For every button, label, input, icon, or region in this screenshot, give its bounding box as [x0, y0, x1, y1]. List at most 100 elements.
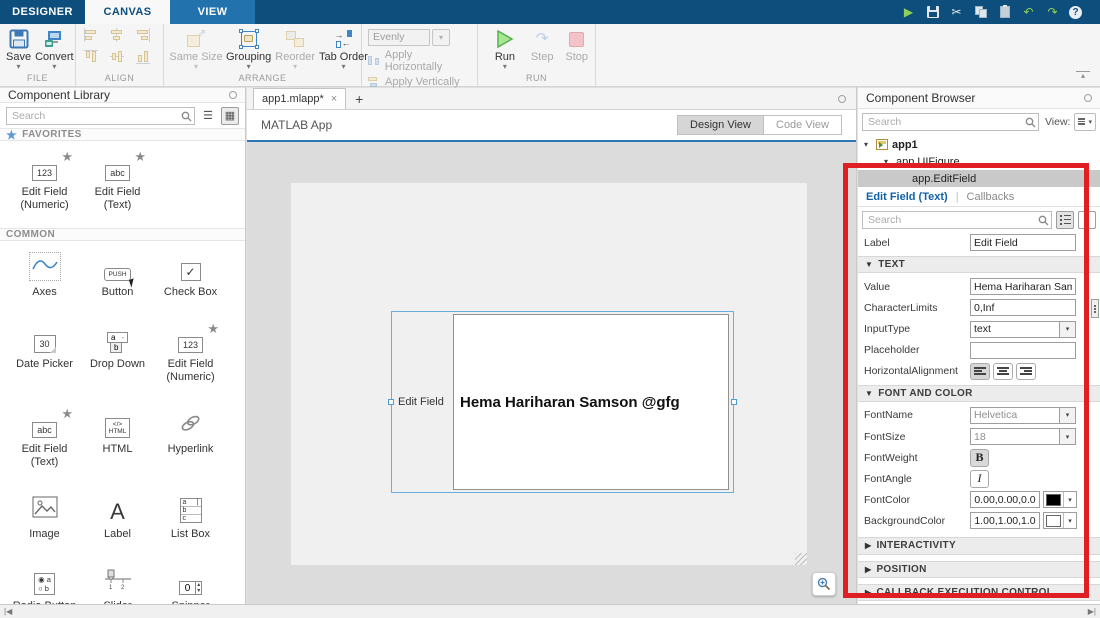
- section-header-text[interactable]: ▼ TEXT: [858, 256, 1100, 273]
- align-left-toggle[interactable]: [970, 363, 990, 380]
- save-button[interactable]: Save ▾: [6, 27, 31, 70]
- favorite-star-icon[interactable]: ★: [61, 149, 73, 165]
- edit-field-component-box[interactable]: Hema Hariharan Samson @gfg: [453, 314, 729, 490]
- align-right-icon[interactable]: [134, 28, 152, 42]
- tab-canvas[interactable]: CANVAS: [85, 0, 170, 24]
- bold-toggle[interactable]: B: [970, 449, 989, 467]
- tree-expand-icon[interactable]: ▾: [884, 157, 892, 166]
- stop-button[interactable]: Stop: [564, 27, 589, 64]
- tree-node-editfield[interactable]: app.EditField: [858, 170, 1100, 187]
- library-item-edit-field-numeric[interactable]: ★ 123 Edit Field (Numeric): [154, 325, 227, 384]
- panel-options-icon[interactable]: [1084, 94, 1092, 102]
- scroll-left-end-icon[interactable]: |◀: [4, 607, 12, 616]
- edit-field-component[interactable]: Edit Field Hema Hariharan Samson @gfg: [391, 311, 734, 493]
- cut-icon[interactable]: ✂: [949, 5, 964, 20]
- figure-resize-grip[interactable]: [795, 553, 807, 565]
- save-quick-icon[interactable]: [925, 5, 940, 20]
- uifigure-canvas[interactable]: Edit Field Hema Hariharan Samson @gfg: [291, 183, 807, 565]
- run-button[interactable]: Run ▾: [490, 27, 520, 70]
- align-bottom-icon[interactable]: [136, 48, 150, 66]
- step-button[interactable]: ↷ Step: [530, 27, 555, 64]
- resize-handle-left[interactable]: [388, 399, 394, 405]
- library-item-spinner[interactable]: 0 ▴▾ Spinner: [154, 567, 227, 604]
- section-header-interactivity[interactable]: ▶ INTERACTIVITY: [858, 537, 1100, 554]
- panel-options-icon[interactable]: [229, 91, 237, 99]
- library-item-edit-field-numeric-fav[interactable]: ★ 123 Edit Field (Numeric): [8, 153, 81, 212]
- document-tab-app1[interactable]: app1.mlapp* ×: [253, 88, 346, 109]
- browser-search-input[interactable]: [862, 113, 1039, 131]
- align-left-icon[interactable]: [82, 28, 100, 42]
- redo-icon[interactable]: ↷: [1045, 5, 1060, 20]
- design-canvas[interactable]: Edit Field Hema Hariharan Samson @gfg: [247, 142, 856, 604]
- align-right-toggle[interactable]: [1016, 363, 1036, 380]
- align-center-icon[interactable]: [108, 28, 126, 42]
- favorite-star-icon[interactable]: ★: [134, 149, 146, 165]
- tab-order-button[interactable]: →← Tab Order ▾: [319, 27, 368, 70]
- section-header-callback[interactable]: ▶ CALLBACK EXECUTION CONTROL: [858, 584, 1100, 601]
- fontcolor-input[interactable]: [970, 491, 1040, 508]
- scroll-right-end-icon[interactable]: ▶|: [1088, 607, 1096, 616]
- new-tab-button[interactable]: +: [346, 88, 372, 109]
- library-item-button[interactable]: PUSH Button: [81, 253, 154, 299]
- fontname-select[interactable]: Helvetica ▾: [970, 407, 1076, 424]
- tree-node-app1[interactable]: ▾ app1: [858, 136, 1100, 153]
- undo-icon[interactable]: ↶: [1021, 5, 1036, 20]
- library-item-radio-button-group[interactable]: ◉ a ○ b Radio Button Group: [8, 567, 81, 604]
- tab-designer[interactable]: DESIGNER: [0, 0, 85, 24]
- grid-view-button[interactable]: ▦: [221, 107, 239, 125]
- inspector-search-input[interactable]: [862, 211, 1052, 229]
- tab-view[interactable]: VIEW: [170, 0, 255, 24]
- library-item-check-box[interactable]: ✓ Check Box: [154, 253, 227, 299]
- paste-icon[interactable]: [997, 5, 1012, 20]
- value-input[interactable]: [970, 278, 1076, 295]
- copy-icon[interactable]: [973, 5, 988, 20]
- reorder-button[interactable]: Reorder ▾: [275, 27, 315, 70]
- favorite-star-icon[interactable]: ★: [207, 321, 219, 337]
- same-size-button[interactable]: Same Size ▾: [170, 27, 222, 70]
- favorites-section-header[interactable]: ★ FAVORITES: [0, 128, 245, 141]
- design-view-button[interactable]: Design View: [678, 116, 764, 134]
- align-center-toggle[interactable]: [993, 363, 1013, 380]
- library-item-label[interactable]: A Label: [81, 495, 154, 541]
- tree-expand-icon[interactable]: ▾: [864, 140, 872, 149]
- collapse-ribbon-icon[interactable]: ▴: [1076, 71, 1090, 80]
- resize-handle-right[interactable]: [731, 399, 737, 405]
- evenly-dropdown-icon[interactable]: ▾: [432, 29, 450, 46]
- library-item-date-picker[interactable]: 30 Date Picker: [8, 325, 81, 384]
- library-item-image[interactable]: Image: [8, 495, 81, 541]
- close-tab-icon[interactable]: ×: [331, 93, 337, 105]
- placeholder-input[interactable]: [970, 342, 1076, 359]
- fontsize-select[interactable]: 18 ▾: [970, 428, 1076, 445]
- fontsize-dropdown-icon[interactable]: ▾: [1059, 429, 1075, 444]
- library-item-html[interactable]: </>HTML HTML: [81, 410, 154, 469]
- apply-vertically-button[interactable]: Apply Vertically: [368, 76, 471, 88]
- callbacks-tab[interactable]: Callbacks: [967, 191, 1015, 203]
- convert-button[interactable]: Convert ▾: [35, 27, 74, 70]
- browser-view-dropdown[interactable]: ▾: [1074, 113, 1096, 131]
- align-middle-icon[interactable]: [110, 48, 124, 66]
- inputtype-select[interactable]: text ▾: [970, 321, 1076, 338]
- common-section-header[interactable]: COMMON: [0, 228, 245, 241]
- category-view-button[interactable]: [1056, 211, 1074, 229]
- code-view-button[interactable]: Code View: [764, 116, 841, 134]
- characterlimits-more-button[interactable]: [1091, 299, 1099, 318]
- fontcolor-dropdown-icon[interactable]: ▾: [1063, 492, 1076, 507]
- library-item-edit-field-text[interactable]: ★ abc Edit Field (Text): [8, 410, 81, 469]
- backgroundcolor-input[interactable]: [970, 512, 1040, 529]
- label-value-input[interactable]: [970, 234, 1076, 251]
- run-quick-icon[interactable]: ▶: [901, 5, 916, 20]
- grouping-button[interactable]: Grouping ▾: [226, 27, 271, 70]
- fontcolor-picker[interactable]: ▾: [1043, 491, 1077, 508]
- section-header-position[interactable]: ▶ POSITION: [858, 561, 1100, 578]
- evenly-combo[interactable]: Evenly ▾: [368, 29, 471, 46]
- library-item-drop-down[interactable]: a- b Drop Down: [81, 325, 154, 384]
- fontname-dropdown-icon[interactable]: ▾: [1059, 408, 1075, 423]
- sort-az-button[interactable]: az↓: [1078, 211, 1096, 229]
- backgroundcolor-picker[interactable]: ▾: [1043, 512, 1077, 529]
- italic-toggle[interactable]: I: [970, 470, 989, 488]
- library-item-slider[interactable]: 12 Slider: [81, 567, 154, 604]
- library-item-axes[interactable]: Axes: [8, 253, 81, 299]
- tree-node-uifigure[interactable]: ▾ app.UIFigure: [858, 153, 1100, 170]
- editor-options-icon[interactable]: [838, 95, 846, 103]
- align-top-icon[interactable]: [84, 48, 98, 66]
